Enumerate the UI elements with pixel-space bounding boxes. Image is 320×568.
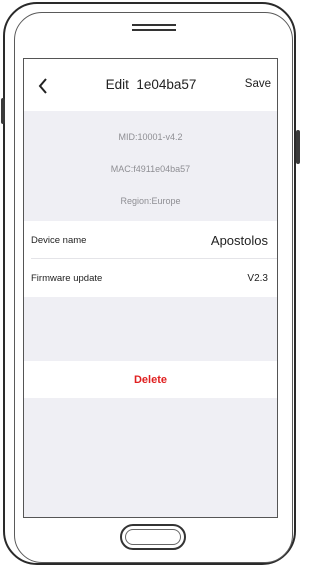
power-button — [296, 130, 300, 164]
device-info-section: MID:10001-v4.2 MAC:f4911e04ba57 Region:E… — [24, 111, 277, 239]
delete-button[interactable]: Delete — [24, 361, 277, 398]
app-screen: Edit 1e04ba57 Save MID:10001-v4.2 MAC:f4… — [23, 58, 278, 518]
region-text: Region:Europe — [120, 196, 181, 206]
back-button[interactable] — [30, 73, 56, 99]
device-name-label: Device name — [31, 234, 87, 246]
save-button[interactable]: Save — [245, 78, 271, 90]
navigation-bar: Edit 1e04ba57 Save — [24, 59, 277, 111]
firmware-update-label: Firmware update — [31, 272, 103, 284]
home-button-inner — [125, 529, 181, 545]
mac-text: MAC:f4911e04ba57 — [110, 164, 191, 174]
device-name-row[interactable]: Device name Apostolos — [24, 221, 277, 259]
earpiece-speaker — [132, 24, 176, 31]
firmware-version-value: V2.3 — [247, 272, 268, 284]
volume-button — [1, 98, 5, 124]
device-name-value: Apostolos — [210, 232, 268, 248]
mid-text: MID:10001-v4.2 — [118, 132, 183, 142]
delete-label: Delete — [133, 373, 168, 386]
home-button[interactable] — [120, 524, 186, 550]
page-title: Edit 1e04ba57 — [105, 77, 197, 92]
chevron-left-icon — [38, 78, 47, 94]
firmware-update-row[interactable]: Firmware update V2.3 — [24, 259, 277, 297]
